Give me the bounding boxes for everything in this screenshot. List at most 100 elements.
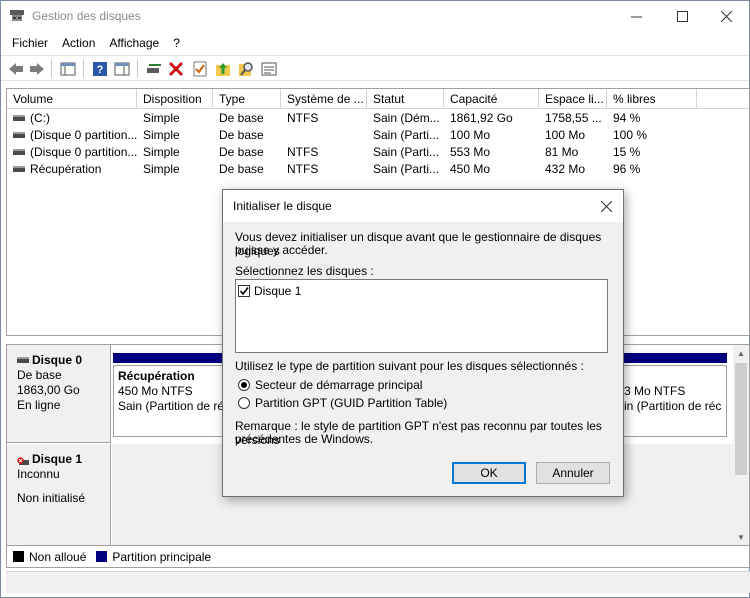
disk1-name: Disque 1: [32, 452, 83, 466]
toolbar-separator: [83, 60, 84, 78]
partition-right[interactable]: 3 Mo NTFS in (Partition de réc: [617, 365, 727, 437]
connect-disk-button[interactable]: [145, 60, 163, 77]
menu-help[interactable]: ?: [166, 36, 187, 50]
delete-button[interactable]: [167, 60, 185, 77]
status-bar: [6, 571, 750, 593]
console-tree-button[interactable]: [59, 60, 77, 77]
partition-name: Récupération: [118, 369, 195, 383]
gpt-label: Partition GPT (GUID Partition Table): [255, 396, 448, 410]
drive-icon: [13, 131, 25, 138]
column-header-filesystem[interactable]: Système de ...: [281, 89, 367, 109]
volume-type: De base: [219, 162, 264, 176]
volume-free-space: 432 Mo: [545, 162, 586, 176]
disk-icon: [17, 356, 29, 363]
column-header-disposition[interactable]: Disposition: [137, 89, 213, 109]
volume-name: (Disque 0 partition...: [30, 145, 137, 159]
volume-capacity: 100 Mo: [450, 128, 491, 142]
column-header-type[interactable]: Type: [213, 89, 281, 109]
column-header-capacity[interactable]: Capacité: [444, 89, 539, 109]
checkmark-icon: [239, 287, 249, 296]
volume-filesystem: [281, 127, 367, 144]
scroll-up-icon[interactable]: ▲: [733, 345, 749, 361]
option-gpt[interactable]: Partition GPT (GUID Partition Table): [238, 395, 538, 411]
volume-status: Sain (Parti...: [373, 145, 440, 159]
volume-type: De base: [219, 111, 264, 125]
volume-status: Sain (Dém...: [373, 111, 440, 125]
volume-row[interactable]: (Disque 0 partition... Simple De base NT…: [7, 144, 749, 161]
volume-name: (C:): [30, 111, 50, 125]
volume-name: Récupération: [30, 162, 102, 176]
action-pane-icon: [114, 62, 130, 75]
delete-x-icon: [168, 61, 184, 76]
list-view-button[interactable]: [260, 60, 278, 77]
title-bar: Gestion des disques: [1, 1, 749, 32]
volume-filesystem: NTFS: [287, 111, 319, 125]
disk-selection-list[interactable]: Disque 1: [235, 279, 608, 353]
disk-connect-icon: [147, 63, 161, 73]
up-folder-button[interactable]: [214, 60, 232, 77]
maximize-icon: [676, 10, 688, 22]
partition-recuperation[interactable]: Récupération 450 Mo NTFS Sain (Partition…: [113, 365, 226, 437]
volume-percent-free: 100 %: [613, 128, 648, 142]
dialog-intro-line2: puisse y accéder.: [235, 243, 328, 257]
cancel-button[interactable]: Annuler: [536, 462, 610, 484]
partition-status: in (Partition de réc: [624, 399, 722, 413]
volume-free-space: 100 Mo: [545, 128, 586, 142]
dialog-close-button[interactable]: [589, 190, 623, 222]
volume-disposition: Simple: [143, 111, 180, 125]
legend-unallocated: Non alloué: [29, 549, 87, 564]
option-mbr[interactable]: Secteur de démarrage principal: [238, 377, 538, 393]
column-header-volume[interactable]: Volume: [7, 89, 137, 109]
dialog-title-bar: Initialiser le disque: [223, 190, 623, 222]
disk0-type: De base: [17, 368, 62, 382]
initialize-disk-dialog: Initialiser le disque Vous devez initial…: [222, 189, 624, 497]
menu-affichage[interactable]: Affichage: [102, 36, 166, 50]
volume-list-header: Volume Disposition Type Système de ... S…: [7, 89, 749, 109]
close-button[interactable]: [703, 1, 749, 31]
column-header-free-space[interactable]: Espace li...: [539, 89, 607, 109]
gpt-radio[interactable]: [238, 397, 250, 409]
column-header-percent-free[interactable]: % libres: [607, 89, 697, 109]
menu-bar: Fichier Action Affichage ?: [1, 32, 749, 54]
volume-type: De base: [219, 128, 264, 142]
menu-fichier[interactable]: Fichier: [5, 36, 55, 50]
toolbar: ?: [1, 55, 749, 81]
menu-action[interactable]: Action: [55, 36, 102, 50]
volume-percent-free: 15 %: [613, 145, 641, 159]
dialog-note-line2: précédentes de Windows.: [235, 432, 374, 446]
disk1-label[interactable]: Disque 1 Inconnu Non initialisé: [7, 444, 111, 545]
legend-primary: Partition principale: [112, 549, 212, 564]
console-tree-icon: [60, 62, 76, 75]
disk-map-scrollbar[interactable]: ▲ ▼: [733, 345, 749, 545]
volume-disposition: Simple: [143, 145, 180, 159]
help-button[interactable]: ?: [91, 60, 109, 77]
volume-row[interactable]: (Disque 0 partition... Simple De base Sa…: [7, 127, 749, 144]
disk-management-app-icon: [9, 9, 25, 23]
volume-row[interactable]: (C:) Simple De base NTFS Sain (Dém... 18…: [7, 110, 749, 127]
minimize-button[interactable]: [613, 1, 659, 31]
ok-button[interactable]: OK: [452, 462, 526, 484]
volume-row[interactable]: Récupération Simple De base NTFS Sain (P…: [7, 161, 749, 178]
mbr-radio[interactable]: [238, 379, 250, 391]
volume-capacity: 553 Mo: [450, 145, 491, 159]
scroll-thumb[interactable]: [735, 363, 747, 475]
volume-percent-free: 96 %: [613, 162, 641, 176]
partition-size-fs: 450 Mo NTFS: [118, 384, 193, 398]
search-button[interactable]: [237, 60, 255, 77]
forward-button[interactable]: [28, 60, 46, 77]
disk0-size: 1863,00 Go: [17, 383, 80, 397]
show-hide-action-pane-button[interactable]: [113, 60, 131, 77]
svg-text:?: ?: [97, 64, 104, 76]
back-button[interactable]: [7, 60, 25, 77]
column-header-status[interactable]: Statut: [367, 89, 444, 109]
scroll-down-icon[interactable]: ▼: [733, 529, 749, 545]
disk0-label[interactable]: Disque 0 De base 1863,00 Go En ligne: [7, 345, 111, 443]
properties-button[interactable]: [191, 60, 209, 77]
maximize-button[interactable]: [659, 1, 705, 31]
disk-error-icon: [17, 455, 29, 465]
close-icon: [600, 200, 612, 212]
disk-list-item[interactable]: Disque 1: [238, 283, 358, 299]
disk1-checkbox[interactable]: [238, 285, 250, 297]
volume-free-space: 1758,55 ...: [545, 111, 602, 125]
disk-list-item-label: Disque 1: [254, 284, 302, 298]
